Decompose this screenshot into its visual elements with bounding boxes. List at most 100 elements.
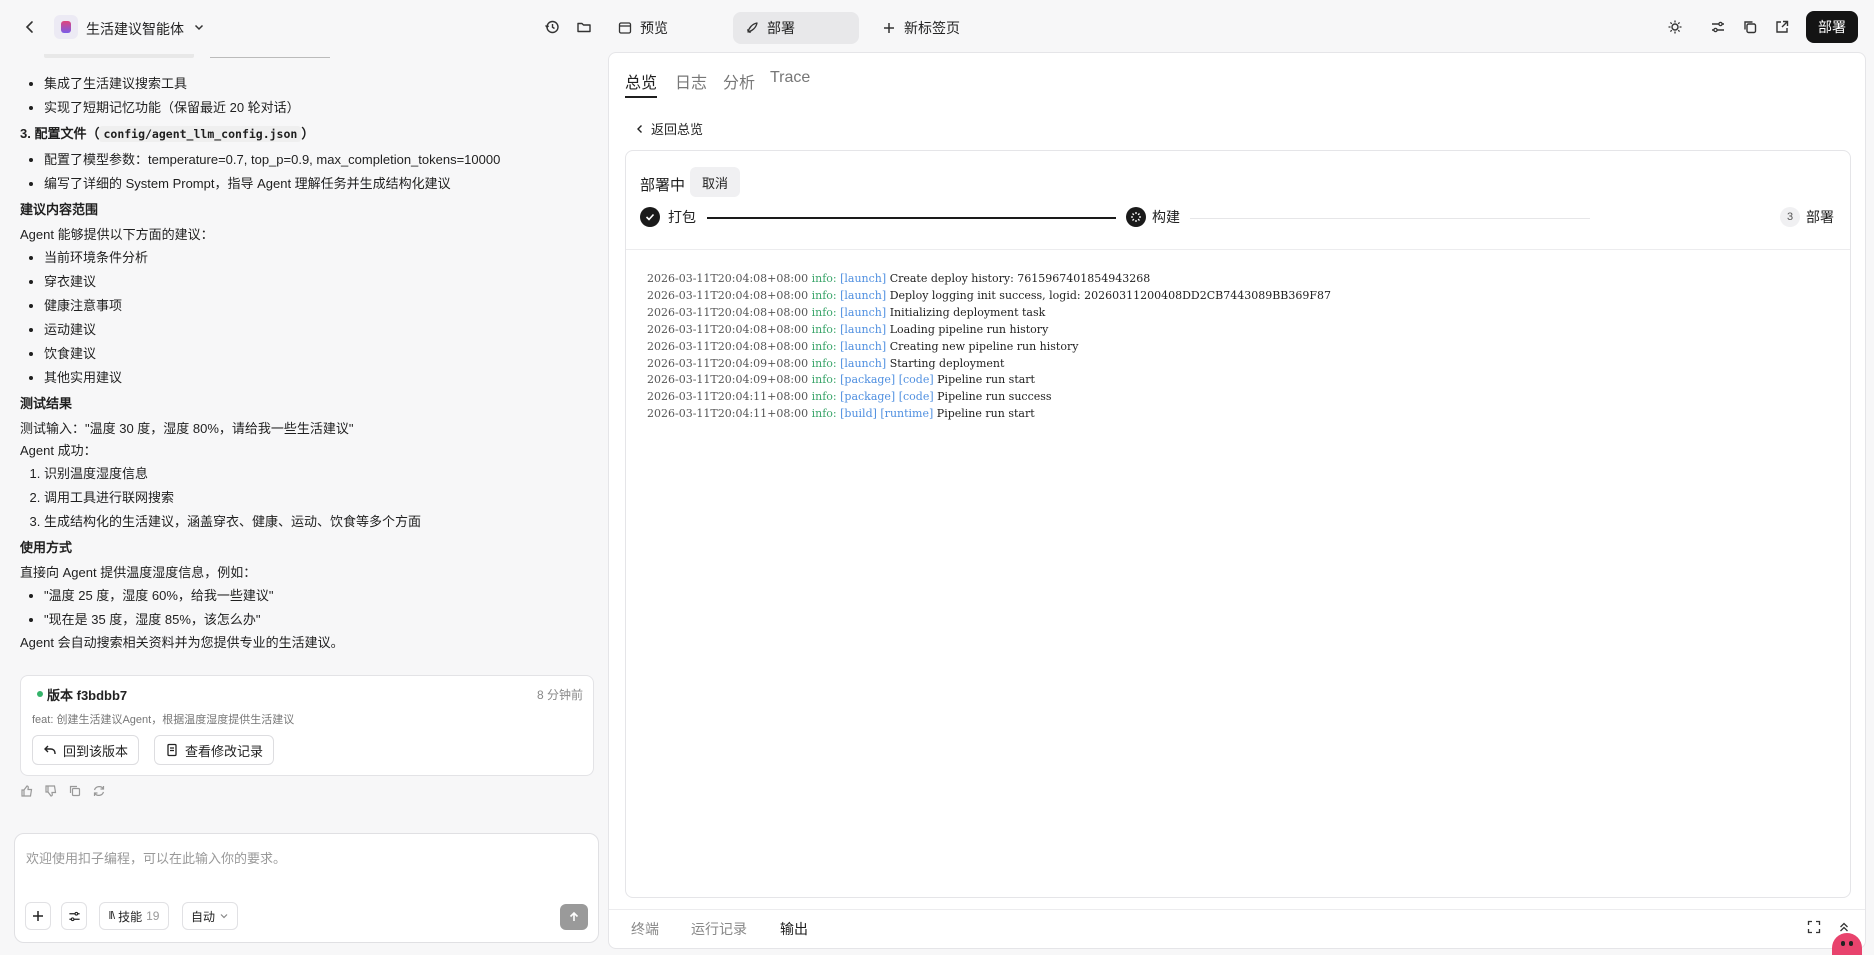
log-line: 2026-03-11T20:04:11+08:00 info: [build] … [647, 406, 1331, 423]
mascot-icon[interactable] [1832, 933, 1862, 955]
log-tags: [launch] [840, 288, 887, 302]
log-line: 2026-03-11T20:04:08+08:00 info: [launch]… [647, 305, 1331, 322]
log-level: info: [811, 407, 837, 421]
tab-deploy[interactable]: 部署 [733, 12, 859, 44]
library-icon: ‖\ [108, 910, 116, 922]
tab-terminal[interactable]: 终端 [631, 919, 659, 939]
external-link-icon[interactable] [1772, 17, 1792, 37]
revert-version-button[interactable]: 回到该版本 [32, 735, 140, 765]
log-timestamp: 2026-03-11T20:04:08+08:00 [647, 305, 809, 319]
regenerate-icon[interactable] [92, 784, 106, 798]
config-path: config/agent_llm_config.json [99, 126, 302, 142]
heading-prefix: 3. 配置文件（ [20, 126, 100, 141]
step-deploy-label: 部署 [1806, 209, 1834, 225]
project-name[interactable]: 生活建议智能体 [86, 19, 184, 39]
tab-analysis[interactable]: 分析 [723, 69, 755, 93]
settings-button[interactable] [61, 902, 87, 930]
folder-icon[interactable] [574, 17, 594, 37]
log-timestamp: 2026-03-11T20:04:08+08:00 [647, 322, 809, 336]
log-timestamp: 2026-03-11T20:04:08+08:00 [647, 272, 809, 285]
list-item: "温度 25 度，湿度 60%，给我一些建议" [44, 584, 600, 608]
thumbs-down-icon[interactable] [44, 784, 58, 798]
log-message: Pipeline run start [937, 373, 1035, 387]
copy-icon[interactable] [1740, 17, 1760, 37]
log-level: info: [811, 373, 837, 387]
rocket-icon [747, 22, 758, 33]
tab-output[interactable]: 输出 [780, 919, 808, 939]
log-line: 2026-03-11T20:04:09+08:00 info: [launch]… [647, 356, 1331, 373]
active-tab-underline [625, 96, 657, 98]
list-item: 调用工具进行联网搜索 [44, 486, 600, 510]
history-icon[interactable] [542, 17, 562, 37]
copy-icon[interactable] [68, 784, 82, 798]
deploy-button[interactable]: 部署 [1806, 11, 1858, 43]
heading-suffix: ） [301, 126, 315, 141]
mode-select[interactable]: 自动 [182, 902, 238, 930]
back-icon[interactable] [20, 17, 40, 37]
tab-preview[interactable]: 预览 [606, 12, 680, 44]
paragraph: 测试输入："温度 30 度，湿度 80%，请给我一些生活建议" [20, 421, 354, 436]
skills-button[interactable]: ‖\ 技能 19 [99, 902, 169, 930]
log-level: info: [811, 288, 837, 302]
list-item: 健康注意事项 [44, 294, 600, 318]
send-button[interactable] [560, 904, 588, 930]
section-heading: 测试结果 [20, 396, 73, 411]
list-item: 配置了模型参数：temperature=0.7, top_p=0.9, max_… [44, 148, 600, 172]
step-deploy: 3 部署 [1780, 207, 1834, 227]
document-icon [167, 743, 177, 757]
version-time: 8 分钟前 [536, 688, 583, 702]
section-heading: 建议内容范围 [20, 202, 99, 217]
tab-logs[interactable]: 日志 [675, 69, 707, 93]
thumbs-up-icon[interactable] [20, 784, 34, 798]
log-message: Creating new pipeline run history [889, 339, 1079, 353]
revert-version-label: 回到该版本 [63, 743, 129, 759]
log-line: 2026-03-11T20:04:11+08:00 info: [package… [647, 389, 1331, 406]
version-card: 版本 f3bdbb7 8 分钟前 feat: 创建生活建议Agent，根据温度湿… [20, 675, 594, 776]
settings-sliders-icon[interactable] [1708, 17, 1728, 37]
undo-icon [44, 745, 56, 754]
list-item: 生成结构化的生活建议，涵盖穿衣、健康、运动、饮食等多个方面 [44, 510, 600, 534]
paragraph: Agent 能够提供以下方面的建议： [20, 227, 214, 242]
step-connector-done [707, 217, 1116, 219]
log-message: Pipeline run start [936, 407, 1035, 421]
log-tags: [launch] [840, 272, 887, 285]
log-timestamp: 2026-03-11T20:04:08+08:00 [647, 288, 809, 302]
view-history-button[interactable]: 查看修改记录 [154, 735, 275, 765]
chat-input[interactable]: 欢迎使用扣子编程，可以在此输入你的要求。 [26, 848, 586, 867]
back-to-overview[interactable]: 返回总览 [635, 119, 703, 138]
tab-preview-label: 预览 [640, 20, 668, 36]
tab-overview[interactable]: 总览 [625, 69, 657, 93]
view-history-label: 查看修改记录 [185, 743, 264, 759]
tab-new[interactable]: 新标签页 [870, 12, 972, 44]
log-tags: [package] [code] [840, 373, 934, 387]
log-line: 2026-03-11T20:04:09+08:00 info: [package… [647, 372, 1331, 389]
tab-run-records[interactable]: 运行记录 [691, 919, 747, 939]
section-heading: 使用方式 [20, 540, 73, 555]
cancel-button[interactable]: 取消 [690, 167, 740, 197]
add-button[interactable] [25, 902, 51, 930]
tab-trace[interactable]: Trace [770, 69, 810, 87]
bottom-divider [609, 909, 1865, 910]
log-message: Pipeline run success [937, 390, 1052, 404]
tab-new-label: 新标签页 [904, 20, 960, 36]
log-line: 2026-03-11T20:04:08+08:00 info: [launch]… [647, 339, 1331, 356]
top-bar: 生活建议智能体 预览 部署 新标签页 部署 [0, 0, 1874, 54]
list-item: 穿衣建议 [44, 270, 600, 294]
skills-count: 19 [146, 909, 160, 923]
paragraph: 直接向 Agent 提供温度湿度信息，例如： [20, 565, 257, 580]
fullscreen-icon[interactable] [1805, 918, 1823, 936]
chevron-left-icon [637, 124, 642, 133]
list-item: 运动建议 [44, 318, 600, 342]
chevron-down-icon[interactable] [190, 18, 208, 36]
list-item: 其他实用建议 [44, 366, 600, 390]
paragraph: Agent 会自动搜索相关资料并为您提供专业的生活建议。 [20, 635, 344, 650]
list-item: 当前环境条件分析 [44, 246, 600, 270]
step-package: 打包 [640, 207, 696, 227]
list-item: "现在是 35 度，湿度 85%，该怎么办" [44, 608, 600, 632]
skills-label: 技能 [118, 909, 143, 924]
chat-panel: 集成了生活建议搜索工具 实现了短期记忆功能（保留最近 20 轮对话） 3. 配置… [0, 54, 608, 955]
list-item: 集成了生活建议搜索工具 [44, 72, 600, 96]
step-number: 3 [1780, 207, 1800, 227]
theme-sun-icon[interactable] [1665, 17, 1685, 37]
mode-value: 自动 [190, 909, 215, 924]
